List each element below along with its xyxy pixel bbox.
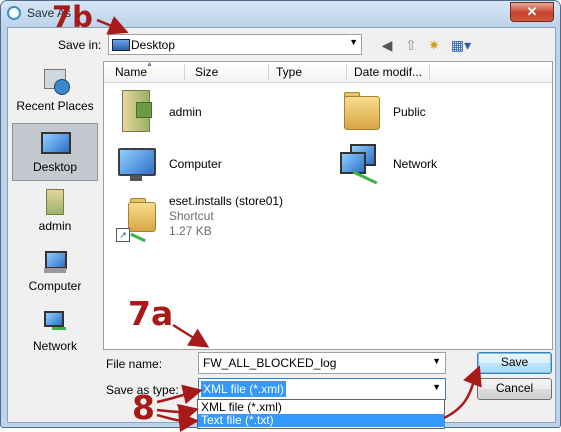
network-icon: [40, 309, 70, 335]
views-menu-icon[interactable]: ▦▾: [449, 36, 473, 54]
column-size[interactable]: Size: [195, 65, 218, 79]
place-label: Network: [32, 339, 77, 353]
file-name-value: FW_ALL_BLOCKED_log: [203, 356, 337, 370]
list-item-eset-installs[interactable]: ↗ eset.installs (store01) Shortcut 1.27 …: [114, 194, 334, 264]
desktop-icon: [40, 130, 71, 156]
place-label: admin: [38, 219, 72, 233]
shortcut-arrow-icon: ↗: [116, 228, 130, 242]
place-recent-places[interactable]: Recent Places: [12, 63, 98, 121]
network-icon: [338, 140, 384, 186]
column-header-row: Name ▲ Size Type Date modif...: [104, 61, 552, 83]
file-name-input[interactable]: FW_ALL_BLOCKED_log ▼: [198, 352, 446, 374]
up-folder-icon[interactable]: ⇧: [402, 36, 420, 54]
save-as-type-select[interactable]: XML file (*.xml) ▼: [198, 378, 446, 400]
place-desktop[interactable]: Desktop: [12, 123, 98, 181]
list-item-network[interactable]: Network: [338, 140, 518, 188]
new-folder-icon[interactable]: ✷: [425, 36, 443, 54]
save-in-dropdown[interactable]: Desktop ▼: [108, 34, 362, 55]
place-label: Recent Places: [16, 99, 94, 113]
save-as-dialog: Save As ✕ Save in: Desktop ▼ ◀ ⇧ ✷ ▦▾ Re…: [0, 0, 561, 428]
sort-ascending-icon: ▲: [146, 61, 153, 68]
app-icon: [7, 6, 21, 20]
column-type[interactable]: Type: [276, 65, 302, 79]
recent-places-icon: [40, 69, 70, 95]
cancel-button[interactable]: Cancel: [477, 378, 552, 400]
chevron-down-icon: ▼: [432, 382, 441, 392]
column-date-modified[interactable]: Date modif...: [354, 65, 422, 79]
annotation-7a: 7a: [128, 294, 174, 333]
computer-icon: [114, 140, 160, 186]
chevron-down-icon: ▼: [432, 356, 441, 366]
column-divider[interactable]: [429, 64, 430, 80]
user-folder-icon: [114, 88, 160, 134]
save-in-label: Save in:: [58, 38, 102, 52]
place-label: Computer: [28, 279, 82, 293]
item-type: Shortcut: [169, 209, 214, 223]
annotation-7b: 7b: [52, 0, 93, 34]
chevron-down-icon: ▼: [349, 37, 358, 47]
place-admin[interactable]: admin: [12, 183, 98, 241]
place-computer[interactable]: Computer: [12, 243, 98, 301]
option-txt[interactable]: Text file (*.txt): [198, 414, 445, 427]
column-name[interactable]: Name: [115, 65, 147, 79]
item-name: Public: [393, 105, 426, 119]
places-bar: Recent Places Desktop admin Computer Net…: [12, 61, 102, 371]
user-folder-icon: [40, 189, 70, 215]
save-in-value: Desktop: [131, 38, 176, 52]
folder-icon: [338, 88, 384, 134]
list-item-public[interactable]: Public: [338, 88, 518, 136]
shortcut-folder-icon: ↗: [114, 194, 160, 243]
desktop-icon: [112, 39, 130, 51]
item-size: 1.27 KB: [169, 224, 212, 238]
dialog-body: Save in: Desktop ▼ ◀ ⇧ ✷ ▦▾ Recent Place…: [7, 27, 556, 423]
column-divider[interactable]: [268, 64, 269, 80]
column-divider[interactable]: [184, 64, 185, 80]
computer-icon: [40, 249, 70, 275]
item-name: eset.installs (store01): [169, 194, 284, 208]
item-name: Computer: [169, 157, 222, 171]
item-name: Network: [393, 157, 438, 171]
place-label: Desktop: [32, 160, 78, 174]
item-name: admin: [169, 105, 202, 119]
annotation-8: 8: [132, 388, 155, 427]
list-item-admin[interactable]: admin: [114, 88, 294, 136]
back-icon[interactable]: ◀: [378, 36, 396, 54]
close-button[interactable]: ✕: [510, 2, 554, 22]
list-item-computer[interactable]: Computer: [114, 140, 294, 188]
save-button[interactable]: Save: [477, 352, 552, 374]
place-network[interactable]: Network: [12, 303, 98, 361]
file-name-label: File name:: [106, 357, 163, 371]
save-as-type-value: XML file (*.xml): [201, 381, 286, 397]
save-as-type-dropdown-list: XML file (*.xml) Text file (*.txt): [197, 399, 445, 429]
column-divider[interactable]: [346, 64, 347, 80]
